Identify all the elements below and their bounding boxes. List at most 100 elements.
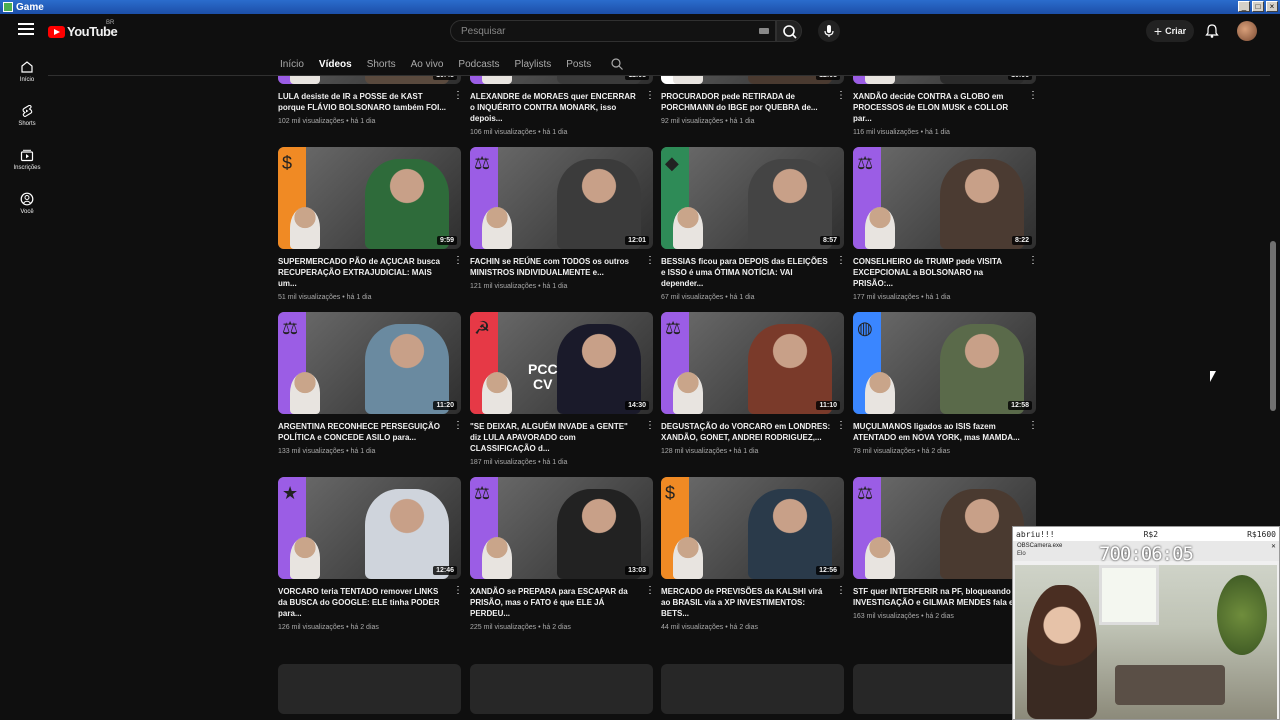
video-thumbnail[interactable]: $9:59 (278, 147, 461, 249)
video-card[interactable]: $9:59 SUPERMERCADO PÃO de AÇUCAR busca RE… (278, 147, 463, 301)
video-title[interactable]: CONSELHEIRO de TRUMP pede VISITA EXCEPCI… (853, 256, 1023, 289)
video-title[interactable]: LULA desiste de IR a POSSE de KAST porqu… (278, 91, 448, 113)
close-button[interactable]: × (1266, 1, 1278, 12)
video-card[interactable]: ⚖ 8:22 CONSELHEIRO de TRUMP pede VISITA EX… (853, 147, 1038, 301)
video-card[interactable]: ◍ 12:58 MUÇULMANOS ligados ao ISIS fazem A… (853, 312, 1038, 455)
notifications-icon[interactable] (1204, 23, 1220, 39)
sidebar-item-label: Você (20, 209, 34, 215)
video-thumbnail[interactable]: ⚖ 11:10 (661, 312, 844, 414)
tab-ao-vivo[interactable]: Ao vivo (411, 59, 444, 70)
video-thumbnail[interactable]: ⚖10:06 (853, 76, 1036, 84)
more-options-icon[interactable]: ⋮ (453, 586, 463, 596)
video-card[interactable]: ⚖ 11:10 DEGUSTAÇÃO do VORCARO em LONDRES: … (661, 312, 846, 455)
loading-placeholder (661, 664, 844, 714)
video-meta: 78 mil visualizações • há 2 dias (853, 448, 950, 455)
video-card[interactable]: ⚖ 11:20 ARGENTINA RECONHECE PERSEGUIÇÃO PO… (278, 312, 463, 455)
video-title[interactable]: DEGUSTAÇÃO do VORCARO em LONDRES: XANDÃO… (661, 421, 831, 443)
video-thumbnail[interactable]: ⚖ 13:03 (470, 477, 653, 579)
video-title[interactable]: ALEXANDRE de MORAES quer ENCERRAR o INQU… (470, 91, 640, 124)
menu-icon[interactable] (18, 23, 34, 37)
channel-search-icon[interactable] (610, 57, 624, 71)
more-options-icon[interactable]: ⋮ (1028, 256, 1038, 266)
video-title[interactable]: XANDÃO se PREPARA para ESCAPAR da PRISÃO… (470, 586, 640, 619)
video-title[interactable]: FACHIN se REÚNE com TODOS os outros MINI… (470, 256, 640, 278)
sidebar-item-home[interactable]: Início (0, 56, 54, 100)
video-title[interactable]: STF quer INTERFERIR na PF, bloqueando IN… (853, 586, 1023, 608)
channel-tabs: Início Vídeos Shorts Ao vivo Podcasts Pl… (280, 54, 624, 74)
video-title[interactable]: SUPERMERCADO PÃO de AÇUCAR busca RECUPER… (278, 256, 448, 289)
video-card[interactable]: ⚖10:06 XANDÃO decide CONTRA a GLOBO em PR… (853, 76, 1038, 136)
more-options-icon[interactable]: ⋮ (836, 421, 846, 431)
sidebar-item-subscriptions[interactable]: Inscrições (0, 144, 54, 188)
video-title[interactable]: MUÇULMANOS ligados ao ISIS fazem ATENTAD… (853, 421, 1023, 443)
tab-videos[interactable]: Vídeos (319, 59, 352, 70)
webcam-window (1099, 565, 1159, 625)
video-card[interactable]: ◆ 8:57 BESSIAS ficou para DEPOIS das ELEIÇ… (661, 147, 846, 301)
sidebar-item-you[interactable]: Você (0, 188, 54, 232)
more-options-icon[interactable]: ⋮ (453, 91, 463, 101)
video-thumbnail[interactable]: ⚖ 11:20 (278, 312, 461, 414)
video-thumbnail[interactable]: ◍ 12:58 (853, 312, 1036, 414)
video-title[interactable]: MERCADO de PREVISÕES da KALSHI virá ao B… (661, 586, 831, 619)
more-options-icon[interactable]: ⋮ (453, 421, 463, 431)
video-card[interactable]: ⚖10:45 LULA desiste de IR a POSSE de KAST… (278, 76, 463, 125)
badge-symbol-icon: ⚖ (282, 318, 299, 338)
badge-symbol-icon: $ (282, 153, 293, 173)
more-options-icon[interactable]: ⋮ (1028, 91, 1038, 101)
tab-podcasts[interactable]: Podcasts (458, 59, 499, 70)
video-title[interactable]: XANDÃO decide CONTRA a GLOBO em PROCESSO… (853, 91, 1023, 124)
sidebar-item-shorts[interactable]: Shorts (0, 100, 54, 144)
mic-button[interactable] (818, 20, 840, 42)
search-input[interactable]: Pesquisar (450, 20, 776, 42)
logo-text: YouTube (67, 24, 118, 39)
search-button[interactable] (776, 20, 802, 42)
video-meta: 225 mil visualizações • há 2 dias (470, 624, 571, 631)
overlay-close-icon[interactable]: ✕ (1271, 543, 1276, 550)
tab-playlists[interactable]: Playlists (515, 59, 552, 70)
more-options-icon[interactable]: ⋮ (1028, 421, 1038, 431)
video-title[interactable]: VORCARO teria TENTADO remover LINKS da B… (278, 586, 448, 619)
keyboard-icon[interactable] (759, 28, 769, 34)
video-thumbnail[interactable]: ☭ PCC CV 14:30 (470, 312, 653, 414)
video-thumbnail[interactable]: ⚖11:08 (470, 76, 653, 84)
badge-symbol-icon: ⚖ (665, 318, 682, 338)
more-options-icon[interactable]: ⋮ (645, 91, 655, 101)
video-thumbnail[interactable]: ⚖ 8:22 (853, 147, 1036, 249)
video-card[interactable]: ⚖ 13:03 XANDÃO se PREPARA para ESCAPAR da … (470, 477, 655, 631)
video-thumbnail[interactable]: 12:08 (661, 76, 844, 84)
video-thumbnail[interactable]: ◆ 8:57 (661, 147, 844, 249)
more-options-icon[interactable]: ⋮ (645, 421, 655, 431)
video-thumbnail[interactable]: ⚖ (853, 477, 1036, 579)
video-card[interactable]: ☭ PCC CV 14:30 "SE DEIXAR, ALGUÉM INVADE a … (470, 312, 655, 466)
avatar[interactable] (1237, 21, 1257, 41)
youtube-logo[interactable]: YouTube BR (48, 20, 118, 39)
video-title[interactable]: ARGENTINA RECONHECE PERSEGUIÇÃO POLÍTICA… (278, 421, 448, 443)
video-card[interactable]: 12:08 PROCURADOR pede RETIRADA de PORCHMA… (661, 76, 846, 125)
video-thumbnail[interactable]: ⚖ 12:01 (470, 147, 653, 249)
more-options-icon[interactable]: ⋮ (836, 91, 846, 101)
video-thumbnail[interactable]: $12:56 (661, 477, 844, 579)
video-card[interactable]: $12:56 MERCADO de PREVISÕES da KALSHI vir… (661, 477, 846, 631)
video-thumbnail[interactable]: ★ 12:46 (278, 477, 461, 579)
video-title[interactable]: BESSIAS ficou para DEPOIS das ELEIÇÕES e… (661, 256, 831, 289)
tab-inicio[interactable]: Início (280, 59, 304, 70)
more-options-icon[interactable]: ⋮ (645, 256, 655, 266)
video-title[interactable]: "SE DEIXAR, ALGUÉM INVADE a GENTE" diz L… (470, 421, 640, 454)
video-card[interactable]: ⚖ 12:01 FACHIN se REÚNE com TODOS os outro… (470, 147, 655, 290)
video-card[interactable]: ★ 12:46 VORCARO teria TENTADO remover LINK… (278, 477, 463, 631)
tab-posts[interactable]: Posts (566, 59, 591, 70)
more-options-icon[interactable]: ⋮ (453, 256, 463, 266)
more-options-icon[interactable]: ⋮ (836, 256, 846, 266)
tab-shorts[interactable]: Shorts (367, 59, 396, 70)
video-card[interactable]: ⚖11:08 ALEXANDRE de MORAES quer ENCERRAR … (470, 76, 655, 136)
video-title[interactable]: PROCURADOR pede RETIRADA de PORCHMANN do… (661, 91, 831, 113)
video-thumbnail[interactable]: ⚖10:45 (278, 76, 461, 84)
video-card[interactable]: ⚖ STF quer INTERFERIR na PF, bloqueando I… (853, 477, 1038, 620)
create-button[interactable]: + Criar (1146, 20, 1194, 42)
more-options-icon[interactable]: ⋮ (836, 586, 846, 596)
scrollbar-thumb[interactable] (1270, 241, 1276, 411)
minimize-button[interactable]: _ (1238, 1, 1250, 12)
badge-symbol-icon: ◆ (665, 153, 679, 173)
more-options-icon[interactable]: ⋮ (645, 586, 655, 596)
maximize-button[interactable]: □ (1252, 1, 1264, 12)
